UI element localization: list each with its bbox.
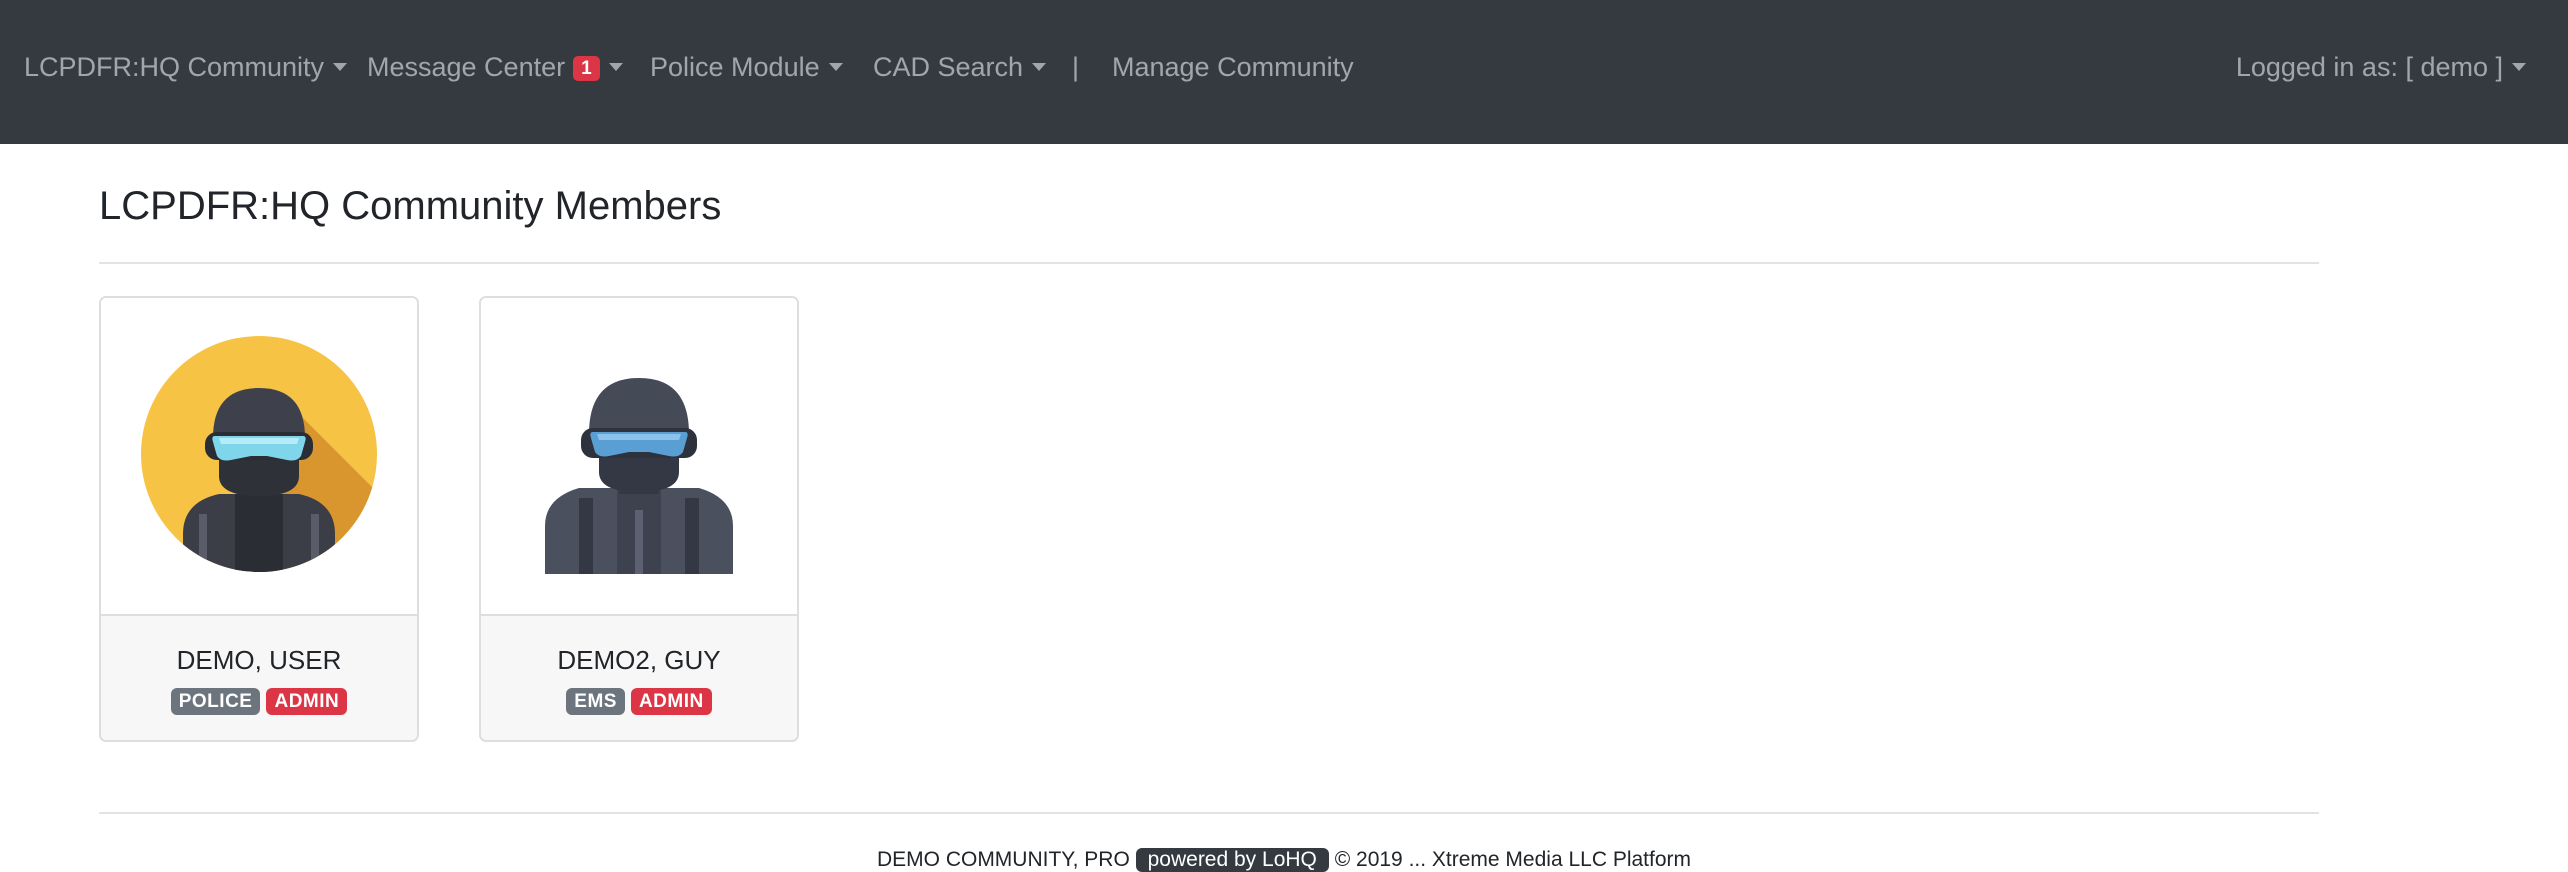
chevron-down-icon (2512, 63, 2526, 71)
member-badges: EMS ADMIN (481, 688, 797, 715)
footer-right-text: © 2019 ... Xtreme Media LLC Platform (1328, 848, 1692, 871)
page-title: LCPDFR:HQ Community Members (99, 184, 722, 228)
chevron-down-icon (1032, 63, 1047, 71)
nav-manage-community-link[interactable]: Manage Community (1112, 50, 1354, 84)
role-badge: POLICE (170, 688, 261, 715)
nav-divider: | (1072, 52, 1080, 82)
top-navbar: LCPDFR:HQ Community Message Center 1 Poli… (0, 0, 2568, 144)
logged-in-label: Logged in as: [ demo ] (2235, 52, 2503, 82)
message-count-badge: 1 (573, 56, 600, 81)
member-badges: POLICE ADMIN (101, 688, 417, 715)
member-name: DEMO2, GUY (557, 645, 721, 675)
member-avatar (101, 298, 417, 616)
chevron-down-icon (333, 63, 348, 71)
nav-user-dropdown[interactable]: Logged in as: [ demo ] (2236, 50, 2526, 84)
nav-community-dropdown[interactable]: LCPDFR:HQ Community (24, 50, 348, 84)
nav-message-center-label: Message Center (367, 52, 566, 82)
nav-cad-search-label: CAD Search (873, 52, 1024, 82)
footer-left-text: DEMO COMMUNITY, PRO (876, 848, 1136, 871)
nav-manage-community-label: Manage Community (1112, 52, 1354, 82)
role-badge: EMS (566, 688, 625, 715)
member-card[interactable]: DEMO2, GUY EMS ADMIN (479, 296, 799, 742)
admin-badge: ADMIN (266, 688, 348, 715)
member-name: DEMO, USER (176, 645, 342, 675)
chevron-down-icon (828, 63, 843, 71)
chevron-down-icon (608, 63, 623, 71)
footer-powered-badge[interactable]: powered by LoHQ (1135, 848, 1329, 872)
nav-cad-search-dropdown[interactable]: CAD Search (873, 50, 1047, 84)
title-divider (99, 262, 2319, 264)
nav-police-module-dropdown[interactable]: Police Module (650, 50, 843, 84)
nav-police-module-label: Police Module (650, 52, 820, 82)
admin-badge: ADMIN (630, 688, 712, 715)
member-card[interactable]: DEMO, USER POLICE ADMIN (99, 296, 419, 742)
member-avatar (481, 298, 797, 616)
footer-divider (99, 812, 2319, 814)
nav-message-center-dropdown[interactable]: Message Center 1 (367, 50, 623, 84)
swat-officer-icon (545, 378, 733, 574)
nav-community-label: LCPDFR:HQ Community (24, 52, 325, 82)
swat-officer-yellow-circle-icon (141, 336, 377, 572)
footer: DEMO COMMUNITY, PRO powered by LoHQ © 20… (0, 848, 2568, 872)
